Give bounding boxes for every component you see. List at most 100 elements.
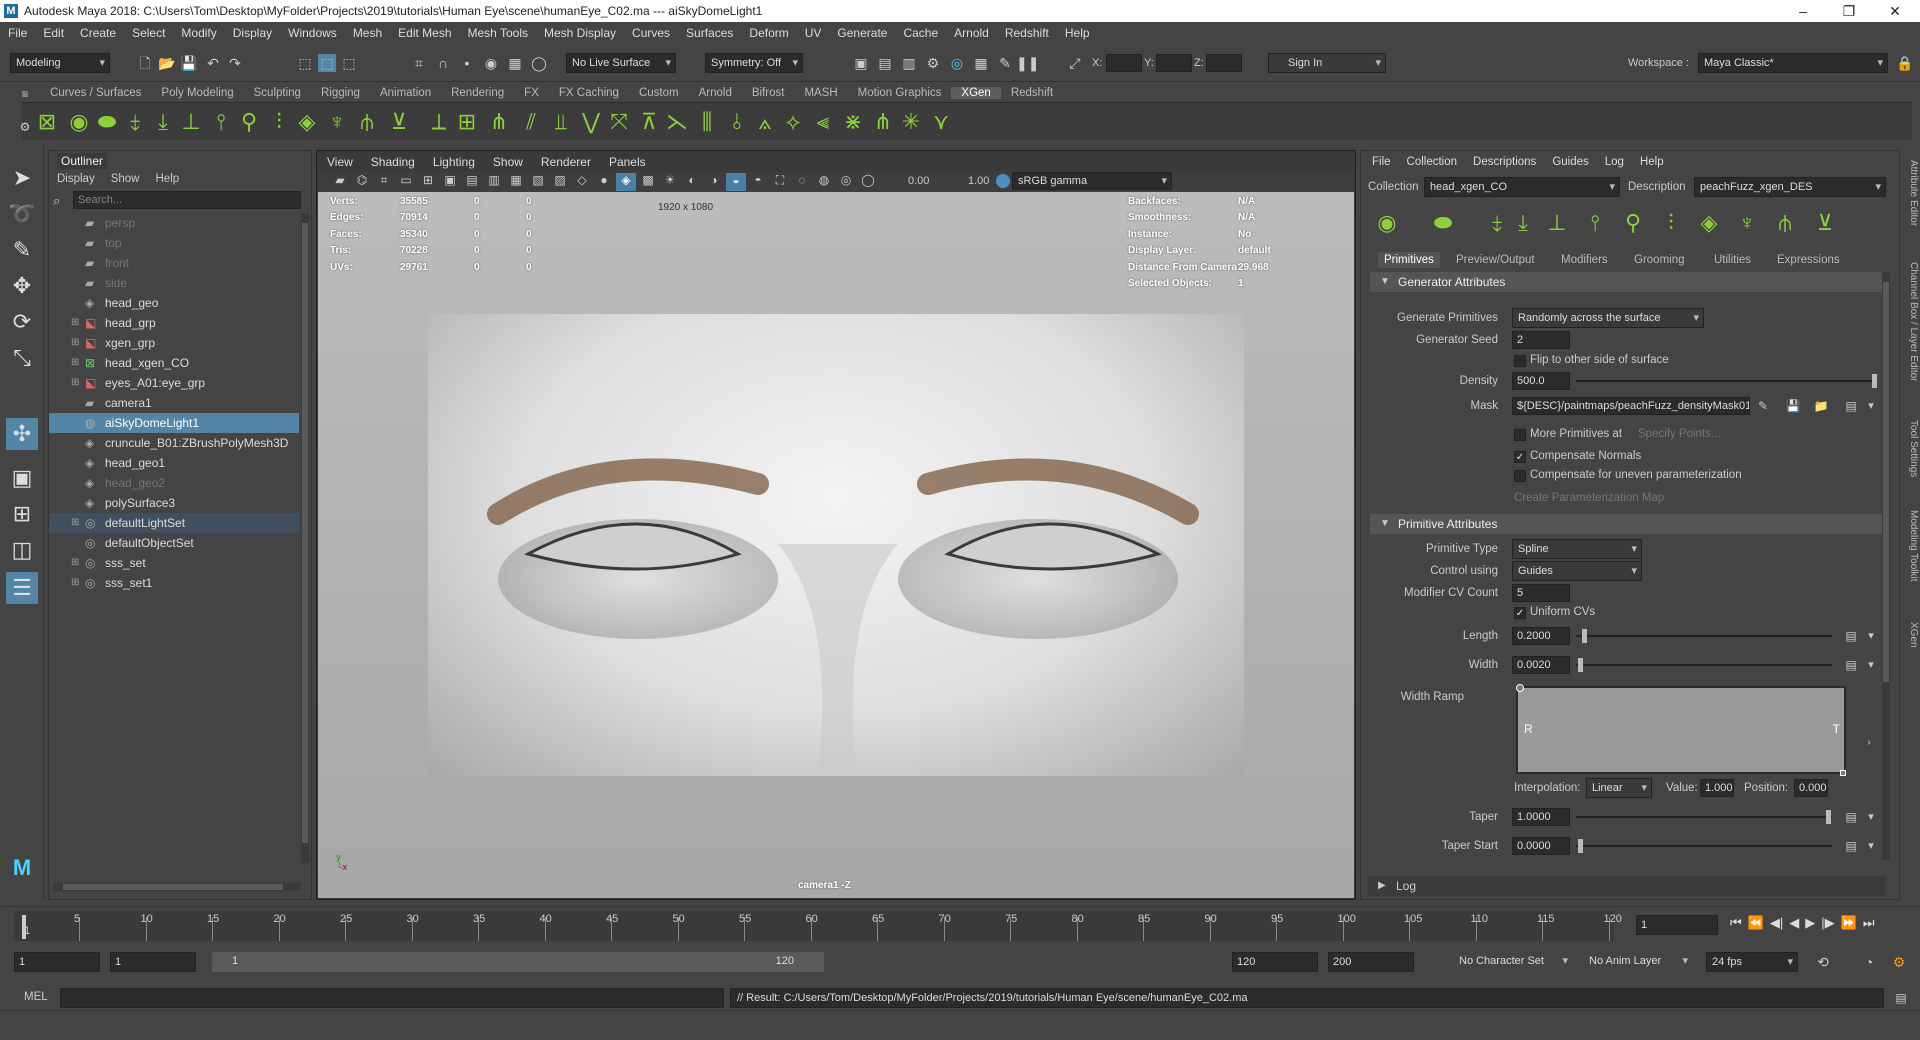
width-slider[interactable] <box>1576 658 1832 672</box>
xray-joints-icon[interactable]: ◍ <box>814 173 834 191</box>
gamma-value[interactable]: 1.00 <box>968 175 989 187</box>
y-field[interactable] <box>1156 54 1192 72</box>
backface-icon[interactable]: ◯ <box>858 173 878 191</box>
menu-modify[interactable]: Modify <box>173 26 224 40</box>
menu-surfaces[interactable]: Surfaces <box>678 26 741 40</box>
expand-icon[interactable]: ⊞ <box>71 353 79 373</box>
groom-select-icon[interactable]: ⫷ <box>808 107 838 137</box>
bend-guide-icon[interactable]: ⤓ <box>148 107 178 137</box>
menu-mesh[interactable]: Mesh <box>345 26 390 40</box>
isolate-select-icon[interactable]: ⛶ <box>770 173 790 191</box>
normalize-guide-icon[interactable]: ⫛ <box>352 107 382 137</box>
outliner-item[interactable]: ⊞ ⊠ head_xgen_CO <box>49 353 299 373</box>
menu-help[interactable]: Help <box>1057 26 1098 40</box>
compensate-uneven-checkbox[interactable] <box>1514 470 1526 482</box>
flip-guide-icon[interactable]: ⫛ <box>1770 208 1800 238</box>
taper-start-field[interactable]: 0.0000 <box>1512 837 1570 855</box>
ramp-key-end[interactable] <box>1840 770 1846 776</box>
expand-icon[interactable]: ⊞ <box>71 333 79 353</box>
shelf-tab-custom[interactable]: Custom <box>629 87 689 99</box>
save-scene-icon[interactable]: 💾 <box>180 54 198 72</box>
animation-start-field[interactable]: 1 <box>14 952 100 972</box>
workspace-dropdown[interactable]: Maya Classic* <box>1698 53 1888 73</box>
convert-guide-icon[interactable]: ⊻ <box>384 107 414 137</box>
render-settings-icon[interactable]: ⚙ <box>924 54 942 72</box>
minimize-button[interactable]: – <box>1780 0 1826 22</box>
guide-to-curve-icon[interactable]: ⫶ <box>264 107 294 137</box>
ipr-render-icon[interactable]: ▥ <box>900 54 918 72</box>
rebuild-guide-icon[interactable]: ◈ <box>292 107 322 137</box>
xgen-menu-descriptions[interactable]: Descriptions <box>1465 156 1544 168</box>
length-slider[interactable] <box>1576 629 1832 643</box>
groom-twist-icon[interactable]: ⊼ <box>634 107 664 137</box>
primitive-attributes-header[interactable]: Primitive Attributes <box>1370 514 1882 534</box>
viewport-menu-view[interactable]: View <box>318 155 362 169</box>
lock-guide-icon[interactable]: ⚲ <box>234 107 264 137</box>
shelf-settings-icon[interactable]: ⚙ <box>16 118 34 136</box>
step-back-frame-icon[interactable]: ◀| <box>1770 915 1783 931</box>
outliner-item[interactable]: ▰ persp <box>49 213 299 233</box>
safe-action-icon[interactable]: ▧ <box>528 173 548 191</box>
fps-dropdown[interactable]: 24 fps <box>1706 952 1798 972</box>
xgen-tab-expressions[interactable]: Expressions <box>1771 252 1846 268</box>
restore-button[interactable]: ❐ <box>1826 0 1872 22</box>
toggle-guide-icon[interactable]: ⟂ <box>424 107 454 137</box>
compensate-normals-checkbox[interactable]: ✓ <box>1514 451 1526 463</box>
symmetry-dropdown[interactable]: Symmetry: Off <box>705 53 803 73</box>
groom-density-icon[interactable]: ⊞ <box>452 107 482 137</box>
outliner-item[interactable]: ⊞ ⬕ head_grp <box>49 313 299 333</box>
motion-blur-icon[interactable]: ◒ <box>726 173 746 191</box>
antialiasing-icon[interactable]: ◓ <box>748 173 768 191</box>
menu-cache[interactable]: Cache <box>895 26 946 40</box>
specify-points-button[interactable]: Specify Points... <box>1638 428 1720 440</box>
create-description-icon[interactable]: ⬬ <box>1428 208 1458 238</box>
outliner-menu-show[interactable]: Show <box>103 171 148 189</box>
create-description-icon[interactable]: ◉ <box>64 107 94 137</box>
taper-slider[interactable] <box>1576 810 1832 824</box>
groom-grid-icon[interactable]: ✳ <box>896 107 926 137</box>
shelf-tab-arnold[interactable]: Arnold <box>689 87 742 99</box>
undo-icon[interactable]: ↶ <box>204 54 222 72</box>
outliner-item[interactable]: ◈ head_geo1 <box>49 453 299 473</box>
auto-key-icon[interactable]: ◔ <box>1860 953 1878 971</box>
menu-curves[interactable]: Curves <box>624 26 678 40</box>
outliner-vscrollbar[interactable] <box>301 213 309 863</box>
camera-attributes-icon[interactable]: ⌬ <box>352 173 372 191</box>
select-camera-icon[interactable]: ▰ <box>330 173 350 191</box>
menu-set-dropdown[interactable]: Modeling <box>10 53 110 73</box>
mask-folder-icon[interactable]: 📁 <box>1812 397 1830 415</box>
width-field[interactable]: 0.0020 <box>1512 656 1570 674</box>
ambient-occlusion-icon[interactable]: ◑ <box>704 173 724 191</box>
xgen-menu-file[interactable]: File <box>1364 156 1399 168</box>
menu-select[interactable]: Select <box>124 26 173 40</box>
primitive-type-dropdown[interactable]: Spline <box>1512 539 1642 559</box>
colorspace-dropdown[interactable]: sRGB gamma <box>1012 172 1172 190</box>
groom-smooth-icon[interactable]: ⋋ <box>662 107 692 137</box>
outliner-item[interactable]: ⊞ ⬕ xgen_grp <box>49 333 299 353</box>
taper-field[interactable]: 1.0000 <box>1512 808 1570 826</box>
mask-field[interactable]: ${DESC}/paintmaps/peachFuzz_densityMask0… <box>1512 397 1750 415</box>
wireframe-icon[interactable]: ◇ <box>572 173 592 191</box>
image-plane-icon[interactable]: ▭ <box>396 173 416 191</box>
mask-expression-icon[interactable]: ▤ <box>1842 397 1860 415</box>
grid-icon[interactable]: ⊞ <box>418 173 438 191</box>
persp-outliner-icon[interactable]: ◫ <box>6 534 38 566</box>
lock-icon[interactable]: 🔒 <box>1896 54 1914 72</box>
outliner-layout-icon[interactable]: ☰ <box>6 572 38 604</box>
arnold-render-icon[interactable]: ▦ <box>972 54 990 72</box>
ramp-value-field[interactable]: 1.000 <box>1700 779 1734 797</box>
taper-expression-icon[interactable]: ▤ <box>1842 808 1860 826</box>
colorspace-toggle-icon[interactable] <box>996 174 1010 188</box>
menu-mesh-tools[interactable]: Mesh Tools <box>460 26 536 40</box>
xray-icon[interactable]: ◌ <box>792 173 812 191</box>
side-tab-attribute-editor[interactable]: Attribute Editor <box>1905 160 1919 226</box>
menu-deform[interactable]: Deform <box>741 26 796 40</box>
expand-icon[interactable]: ⊞ <box>71 313 79 333</box>
outliner-item[interactable]: ▰ camera1 <box>49 393 299 413</box>
snap-view-plane-icon[interactable]: ▦ <box>506 54 524 72</box>
taper-start-expression-icon[interactable]: ▤ <box>1842 837 1860 855</box>
shelf-menu-icon[interactable]: ≡ <box>16 85 34 103</box>
snap-projected-icon[interactable]: ◉ <box>482 54 500 72</box>
shadows-icon[interactable]: ◐ <box>682 173 702 191</box>
outliner-item[interactable]: ⊞ ◎ sss_set1 <box>49 573 299 593</box>
